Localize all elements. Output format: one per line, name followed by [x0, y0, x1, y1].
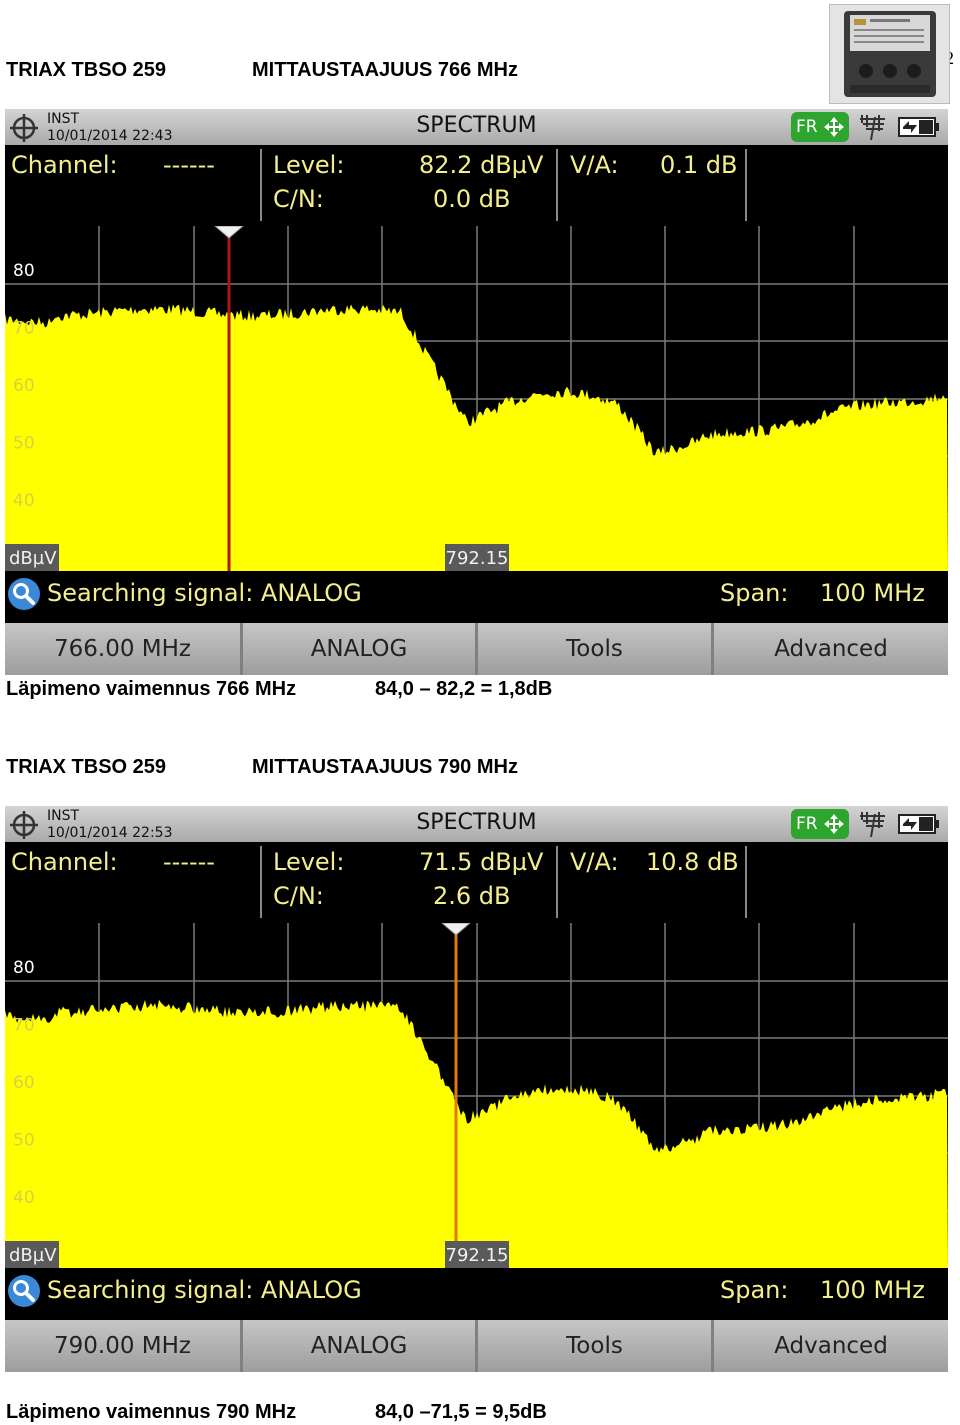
y-tick-label: 40 [13, 491, 35, 511]
panel-divider [745, 149, 747, 221]
status-text: Searching signal: ANALOG [47, 1276, 362, 1304]
panel-divider [556, 846, 558, 918]
search-icon [8, 1275, 40, 1307]
status-text: Searching signal: ANALOG [47, 579, 362, 607]
move-arrows-icon [824, 814, 844, 834]
level-value: 82.2 dBµV [419, 151, 544, 179]
panel-divider [260, 846, 262, 918]
channel-label: Channel: [11, 151, 118, 179]
softkey-bar: 766.00 MHz ANALOG Tools Advanced [5, 623, 948, 675]
y-tick-label: 50 [13, 1131, 35, 1151]
cn-value: 2.6 dB [433, 882, 511, 910]
fr-label: FR [796, 814, 818, 834]
caption-attenuation-result: 84,0 – 82,2 = 1,8dB [375, 678, 553, 700]
move-arrows-icon [824, 117, 844, 137]
softkey-bar: 790.00 MHz ANALOG Tools Advanced [5, 1320, 948, 1372]
measurement-panel: Channel: ------ Level: 71.5 dBµV C/N: 2.… [5, 842, 948, 922]
device-title: TRIAX TBSO 259 [6, 59, 167, 81]
center-frequency-label: 792.15 [446, 548, 509, 569]
screen-header: INST 10/01/2014 22:53 SPECTRUM FR [5, 806, 948, 842]
unit-label: dBµV [9, 1245, 57, 1266]
search-icon [8, 578, 40, 610]
panel-divider [556, 149, 558, 221]
softkey-tools[interactable]: Tools [478, 623, 714, 675]
span-value: 100 MHz [820, 1276, 925, 1304]
channel-value: ------ [163, 848, 215, 876]
spectrum-plot: 80 70 60 50 40 dBµV 792.15 [5, 226, 948, 571]
channel-value: ------ [163, 151, 215, 179]
va-value: 10.8 dB [646, 848, 739, 876]
analyzer-screen: INST 10/01/2014 22:43 SPECTRUM FR Channe… [5, 109, 948, 675]
softkey-frequency[interactable]: 790.00 MHz [5, 1320, 243, 1372]
level-value: 71.5 dBµV [419, 848, 544, 876]
va-label: V/A: [570, 151, 619, 179]
y-tick-label: 60 [13, 376, 35, 396]
softkey-analog[interactable]: ANALOG [243, 1320, 478, 1372]
caption-attenuation-label: Läpimeno vaimennus 766 MHz [6, 678, 297, 700]
y-tick-label: 70 [13, 1016, 35, 1036]
measurement-frequency-title: MITTAUSTAAJUUS 766 MHz [252, 59, 518, 81]
y-tick-label: 80 [13, 958, 35, 978]
battery-icon [898, 814, 939, 834]
y-tick-label: 40 [13, 1188, 35, 1208]
product-photo [829, 4, 950, 104]
va-label: V/A: [570, 848, 619, 876]
span-value: 100 MHz [820, 579, 925, 607]
center-frequency-label: 792.15 [446, 1245, 509, 1266]
measurement-frequency-title: MITTAUSTAAJUUS 790 MHz [252, 756, 518, 778]
fr-label: FR [796, 117, 818, 137]
measurement-panel: Channel: ------ Level: 82.2 dBµV C/N: 0.… [5, 145, 948, 225]
unit-label: dBµV [9, 548, 57, 569]
span-label: Span: [720, 579, 789, 607]
cn-value: 0.0 dB [433, 185, 511, 213]
marker-handle[interactable] [441, 923, 471, 936]
level-label: Level: [273, 151, 345, 179]
level-label: Level: [273, 848, 345, 876]
screen-header: INST 10/01/2014 22:43 SPECTRUM FR [5, 109, 948, 145]
softkey-advanced[interactable]: Advanced [714, 1320, 948, 1372]
marker-handle[interactable] [214, 226, 244, 239]
status-bar: Searching signal: ANALOG Span: 100 MHz [5, 1268, 948, 1316]
spectrum-plot: 80 70 60 50 40 dBµV 792.15 [5, 923, 948, 1268]
y-tick-label: 50 [13, 434, 35, 454]
panel-divider [745, 846, 747, 918]
antenna-icon [860, 115, 885, 141]
analyzer-screen: INST 10/01/2014 22:53 SPECTRUM FR Channe… [5, 806, 948, 1372]
device-title: TRIAX TBSO 259 [6, 756, 167, 778]
fr-badge[interactable]: FR [791, 112, 849, 142]
battery-icon [898, 117, 939, 137]
span-label: Span: [720, 1276, 789, 1304]
caption-attenuation-result: 84,0 –71,5 = 9,5dB [375, 1401, 547, 1423]
softkey-advanced[interactable]: Advanced [714, 623, 948, 675]
y-tick-label: 80 [13, 261, 35, 281]
va-value: 0.1 dB [660, 151, 738, 179]
cn-label: C/N: [273, 185, 324, 213]
softkey-frequency[interactable]: 766.00 MHz [5, 623, 243, 675]
channel-label: Channel: [11, 848, 118, 876]
cn-label: C/N: [273, 882, 324, 910]
softkey-analog[interactable]: ANALOG [243, 623, 478, 675]
status-bar: Searching signal: ANALOG Span: 100 MHz [5, 571, 948, 619]
y-tick-label: 70 [13, 319, 35, 339]
panel-divider [260, 149, 262, 221]
antenna-icon [860, 812, 885, 838]
y-tick-label: 60 [13, 1073, 35, 1093]
fr-badge[interactable]: FR [791, 809, 849, 839]
caption-attenuation-label: Läpimeno vaimennus 790 MHz [6, 1401, 297, 1423]
softkey-tools[interactable]: Tools [478, 1320, 714, 1372]
